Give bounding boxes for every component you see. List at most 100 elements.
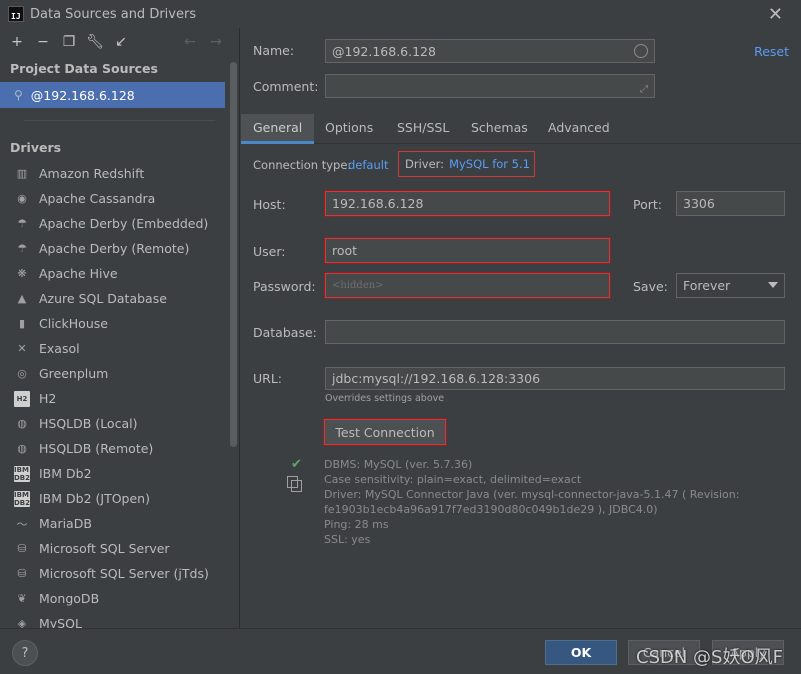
- connection-type-label: Connection type:: [253, 158, 352, 172]
- user-label: User:: [253, 244, 286, 259]
- close-icon[interactable]: ✕: [768, 4, 783, 25]
- import-icon[interactable]: ↙: [112, 33, 130, 51]
- connection-result: DBMS: MySQL (ver. 5.7.36) Case sensitivi…: [324, 457, 744, 547]
- driver-label: MariaDB: [39, 516, 92, 531]
- duplicate-icon[interactable]: ❐: [60, 33, 78, 51]
- mysql-icon: ◈: [17, 617, 27, 628]
- tab-ssh-ssl[interactable]: SSH/SSL: [397, 114, 449, 144]
- driver-list: ▥ Amazon Redshift ◉ Apache Cassandra ☂ Apache…: [0, 161, 239, 628]
- project-item-datasource[interactable]: ⚲ @192.168.6.128: [0, 82, 225, 108]
- mariadb-icon: 〜: [16, 517, 28, 531]
- wrench-icon[interactable]: 🔧︎: [86, 33, 104, 51]
- back-arrow-icon[interactable]: ←: [181, 33, 199, 51]
- result-line: Ping: 28 ms: [324, 518, 389, 531]
- reset-link[interactable]: Reset: [754, 44, 789, 59]
- url-field[interactable]: jdbc:mysql://192.168.6.128:3306: [325, 367, 785, 390]
- database-label: Database:: [253, 325, 317, 340]
- driver-item[interactable]: 〜 MariaDB: [0, 511, 239, 536]
- tab-schemas[interactable]: Schemas: [471, 114, 528, 144]
- driver-item[interactable]: ❦ MongoDB: [0, 586, 239, 611]
- password-placeholder: <hidden>: [332, 280, 384, 291]
- tab-options[interactable]: Options: [325, 114, 373, 144]
- tab-advanced[interactable]: Advanced: [548, 114, 610, 144]
- mssql-icon: ⛁: [17, 542, 27, 555]
- tab-general[interactable]: General: [241, 114, 315, 144]
- driver-item[interactable]: IBM DB2 IBM Db2 (JTOpen): [0, 486, 239, 511]
- driver-label: ClickHouse: [39, 316, 108, 331]
- driver-label: Azure SQL Database: [39, 291, 167, 306]
- watermark: CSDN @S妖O风F: [636, 647, 783, 668]
- driver-item[interactable]: ✕ Exasol: [0, 336, 239, 361]
- copy-icon[interactable]: [287, 476, 302, 492]
- host-field[interactable]: 192.168.6.128: [324, 190, 611, 217]
- azure-icon: ▲: [17, 292, 27, 305]
- user-field[interactable]: root: [324, 237, 611, 264]
- driver-item[interactable]: ☂ Apache Derby (Remote): [0, 236, 239, 261]
- mongodb-icon: ❦: [17, 592, 27, 605]
- driver-item[interactable]: ◉ Apache Cassandra: [0, 186, 239, 211]
- driver-selector[interactable]: Driver: MySQL for 5.1: [398, 151, 535, 177]
- hive-icon: ❋: [17, 267, 27, 280]
- project-item-label: @192.168.6.128: [30, 87, 135, 103]
- driver-item[interactable]: ▮ ClickHouse: [0, 311, 239, 336]
- success-check-icon: ✔: [291, 457, 302, 472]
- dialog-footer: ? OK Cancel Apply CSDN @S妖O风F: [0, 628, 801, 674]
- driver-item[interactable]: ❋ Apache Hive: [0, 261, 239, 286]
- driver-label: H2: [39, 391, 57, 406]
- driver-item[interactable]: ◍ HSQLDB (Remote): [0, 436, 239, 461]
- connection-type-link[interactable]: default: [348, 158, 388, 172]
- comment-label: Comment:: [253, 79, 319, 94]
- derby-icon: ☂: [17, 242, 27, 255]
- color-circle-icon[interactable]: [634, 44, 648, 58]
- password-label: Password:: [253, 279, 316, 294]
- driver-label: Greenplum: [39, 366, 109, 381]
- driver-item[interactable]: ⛁ Microsoft SQL Server (jTds): [0, 561, 239, 586]
- driver-label: MongoDB: [39, 591, 100, 606]
- driver-item[interactable]: ◈ MySQL: [0, 611, 239, 628]
- driver-label: Apache Cassandra: [39, 191, 156, 206]
- result-line: SSL: yes: [324, 533, 371, 546]
- driver-item[interactable]: ☂ Apache Derby (Embedded): [0, 211, 239, 236]
- forward-arrow-icon[interactable]: →: [207, 33, 225, 51]
- driver-item[interactable]: ◍ HSQLDB (Local): [0, 411, 239, 436]
- redshift-icon: ▥: [16, 167, 28, 180]
- url-hint: Overrides settings above: [325, 393, 445, 404]
- port-field[interactable]: 3306: [676, 191, 785, 216]
- name-field[interactable]: @192.168.6.128: [325, 39, 655, 63]
- driver-label: Driver:: [405, 157, 445, 171]
- help-button[interactable]: ?: [12, 640, 38, 666]
- right-panel: Name: @192.168.6.128 Reset Comment: ⤢ Ge…: [241, 28, 801, 628]
- port-label: Port:: [633, 197, 662, 212]
- remove-icon[interactable]: −: [34, 33, 52, 51]
- database-field[interactable]: [325, 320, 785, 344]
- driver-label: MySQL: [39, 616, 82, 628]
- ok-button[interactable]: OK: [545, 640, 617, 665]
- driver-item[interactable]: IBM DB2 IBM Db2: [0, 461, 239, 486]
- hsqldb-icon: ◍: [17, 442, 27, 455]
- window-title: Data Sources and Drivers: [30, 6, 197, 22]
- test-connection-button[interactable]: Test Connection: [323, 418, 447, 446]
- left-scrollbar[interactable]: [230, 62, 237, 447]
- password-field[interactable]: <hidden>: [324, 272, 611, 299]
- driver-label: HSQLDB (Remote): [39, 441, 154, 456]
- driver-label: HSQLDB (Local): [39, 416, 138, 431]
- driver-item[interactable]: ◎ Greenplum: [0, 361, 239, 386]
- driver-label: Microsoft SQL Server (jTds): [39, 566, 209, 581]
- ibm-icon: IBM DB2: [14, 465, 31, 482]
- driver-item[interactable]: H2 H2: [0, 386, 239, 411]
- save-label: Save:: [633, 279, 668, 294]
- save-select[interactable]: Forever: [676, 273, 785, 298]
- driver-item[interactable]: ▥ Amazon Redshift: [0, 161, 239, 186]
- title-bar: IJ Data Sources and Drivers ✕: [0, 0, 801, 28]
- left-toolbar: + − ❐ 🔧︎ ↙ ← →: [0, 28, 239, 56]
- driver-label: Microsoft SQL Server: [39, 541, 170, 556]
- driver-item[interactable]: ⛁ Microsoft SQL Server: [0, 536, 239, 561]
- driver-item[interactable]: ▲ Azure SQL Database: [0, 286, 239, 311]
- driver-link[interactable]: MySQL for 5.1: [449, 157, 530, 171]
- datasource-icon: ⚲: [14, 88, 23, 102]
- hsqldb-icon: ◍: [17, 417, 27, 430]
- expand-icon[interactable]: ⤢: [640, 84, 648, 95]
- driver-label: IBM Db2 (JTOpen): [39, 491, 150, 506]
- comment-field[interactable]: ⤢: [325, 74, 655, 98]
- add-icon[interactable]: +: [8, 33, 26, 51]
